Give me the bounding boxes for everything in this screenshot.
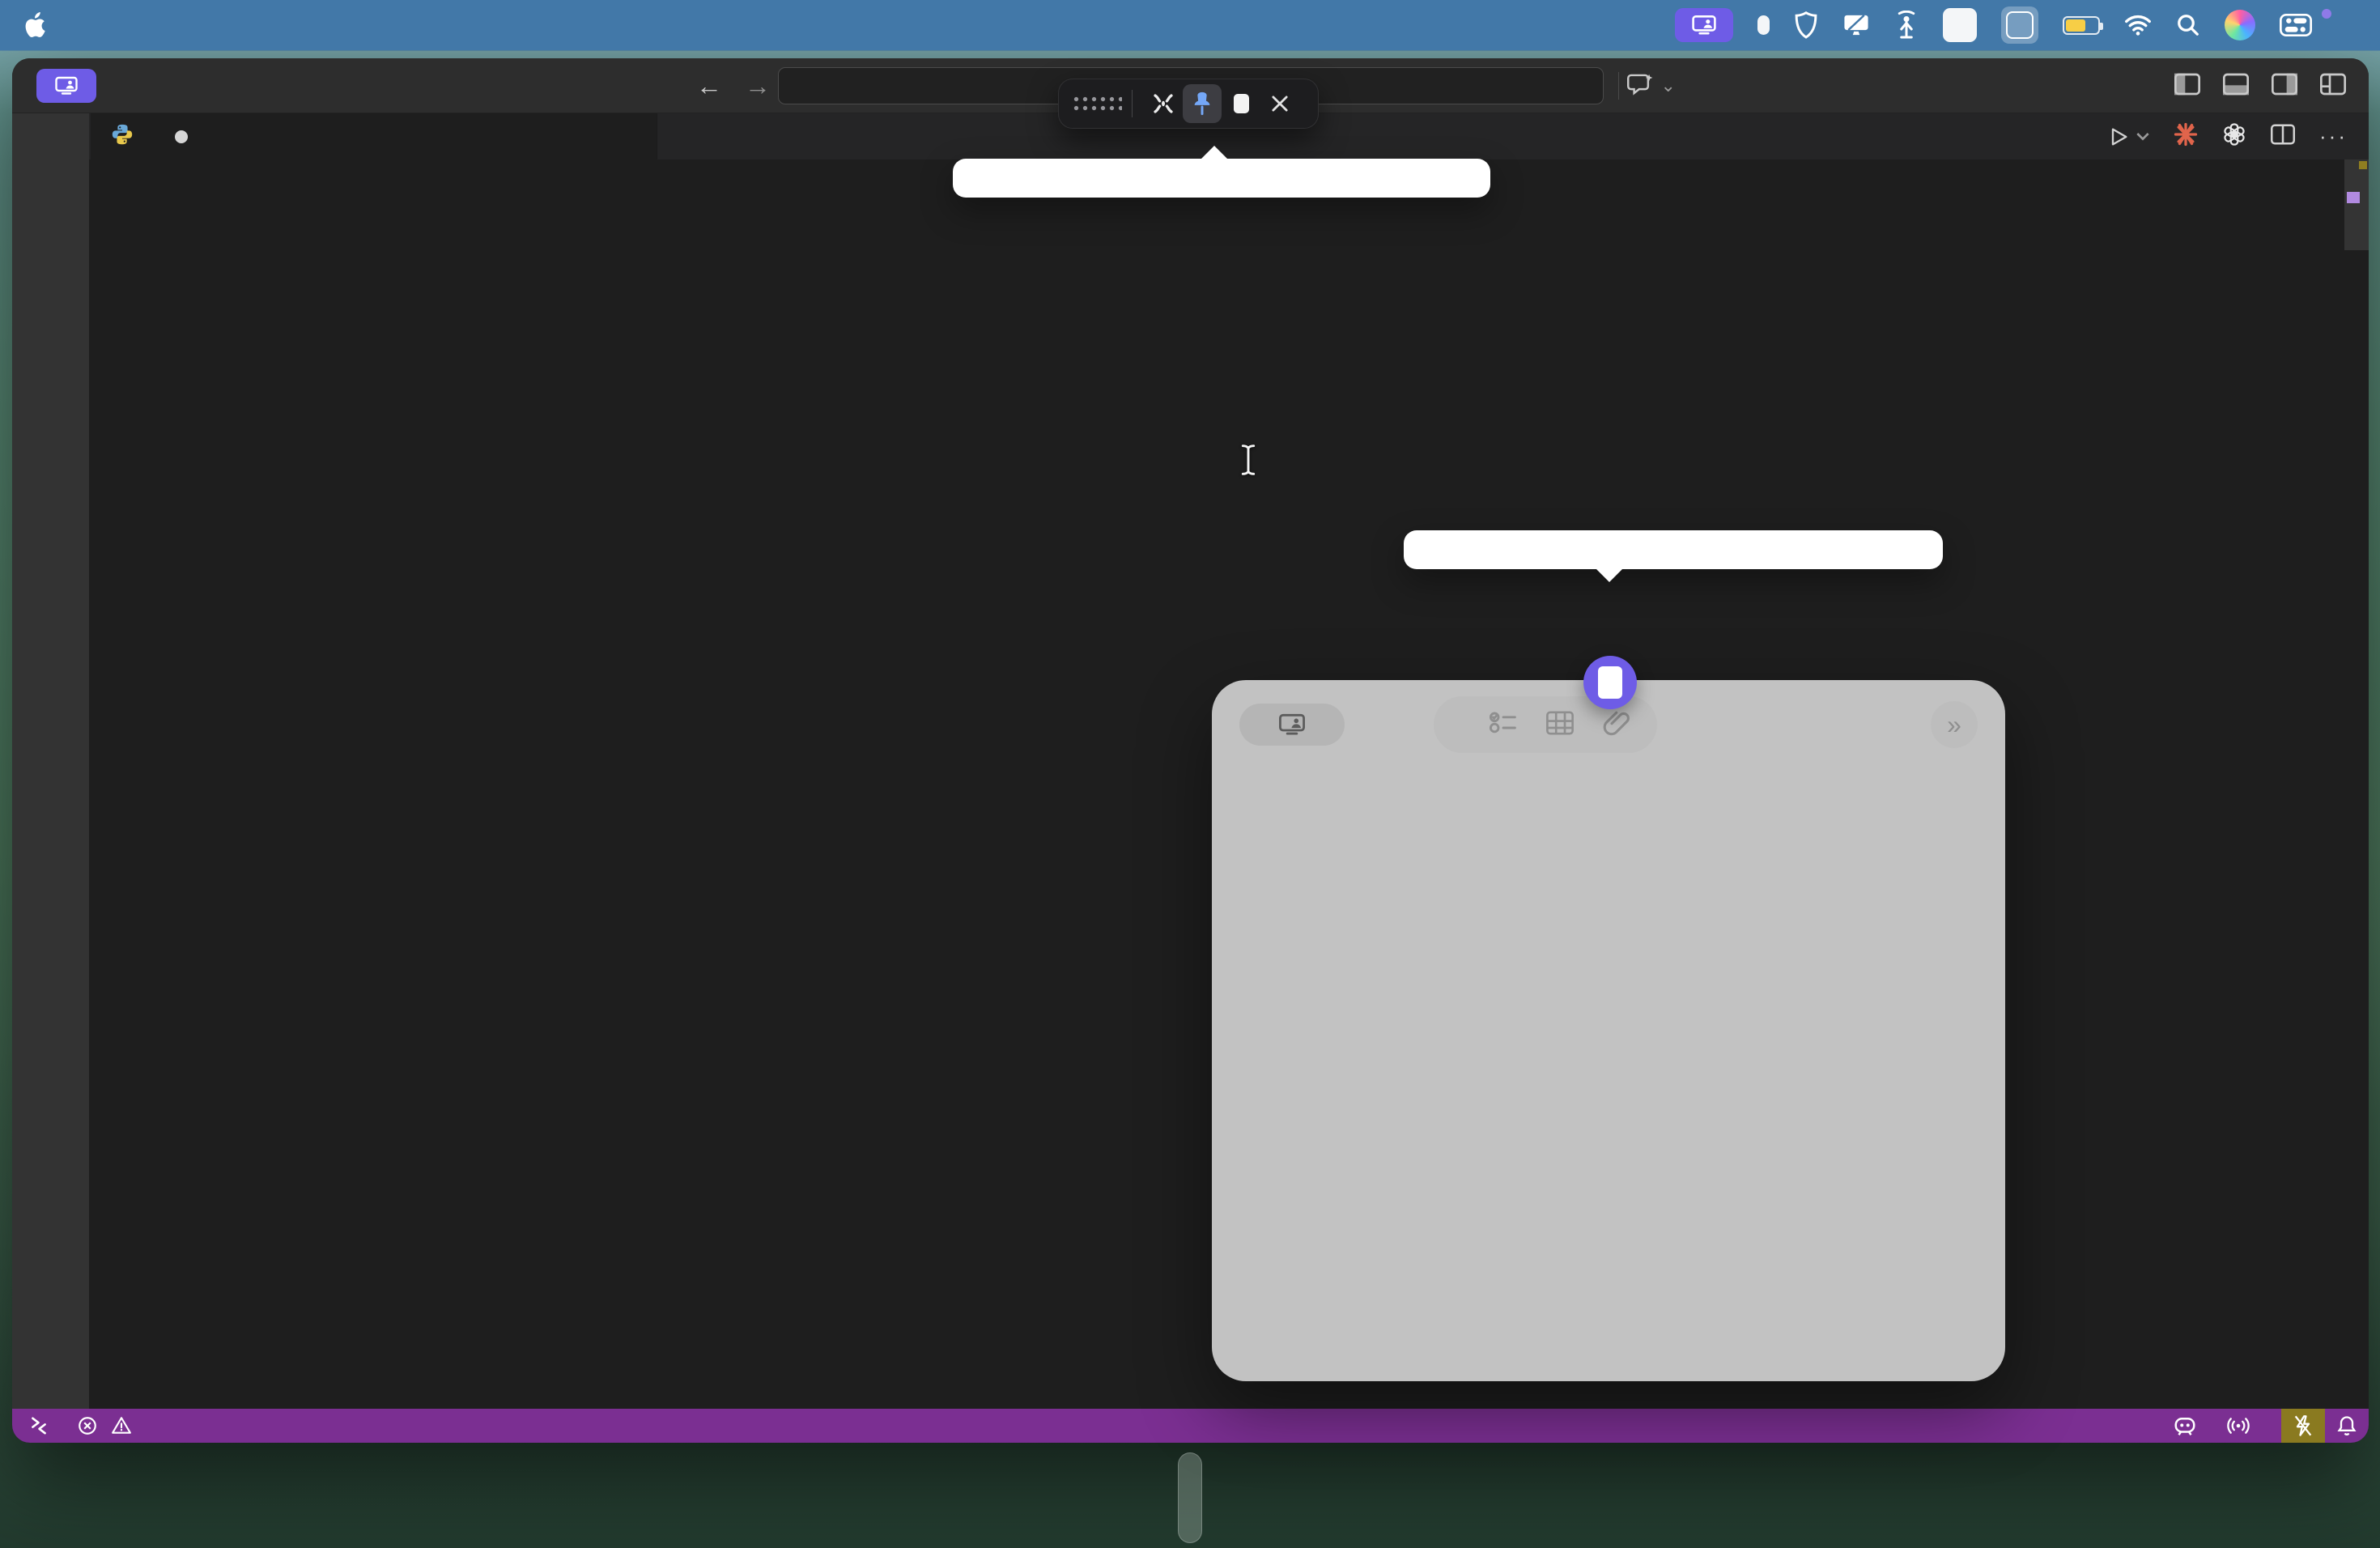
- no-flash-icon[interactable]: [2281, 1409, 2325, 1443]
- text-cursor-pointer: [1240, 444, 1256, 480]
- apple-logo-icon[interactable]: [24, 12, 45, 38]
- pin-window-button[interactable]: [1183, 84, 1222, 123]
- display-icon[interactable]: [1842, 12, 1870, 38]
- checklist-button[interactable]: [1489, 709, 1518, 741]
- notes-window[interactable]: »: [1212, 680, 2005, 1381]
- notification-dot: [2322, 9, 2331, 19]
- dock: [1178, 1452, 1202, 1543]
- pin-tooltip: [1404, 530, 1943, 569]
- scrollbar-thumb[interactable]: [2344, 159, 2369, 250]
- table-button[interactable]: [1545, 709, 1575, 741]
- collapse-chevrons-button[interactable]: »: [1931, 701, 1978, 748]
- siri-icon[interactable]: [2225, 10, 2255, 40]
- extension-starburst-icon[interactable]: [2174, 122, 2198, 151]
- menu-bar: [0, 0, 2380, 50]
- notifications-bell-icon[interactable]: [2325, 1409, 2369, 1443]
- python-file-icon: [110, 122, 134, 151]
- pinned-note-badge[interactable]: [1583, 656, 1637, 709]
- tab-untitled-1[interactable]: [91, 113, 657, 159]
- notes-app-icon: [1598, 666, 1622, 699]
- presentation-active-icon[interactable]: [1675, 8, 1733, 42]
- layout-sidebar-right-icon[interactable]: [2272, 73, 2297, 100]
- nav-forward-icon[interactable]: →: [745, 71, 771, 101]
- laser-pointer-button[interactable]: [1144, 84, 1183, 123]
- battery-icon[interactable]: [2063, 16, 2100, 35]
- recording-dot-icon[interactable]: [1757, 15, 1770, 35]
- titlebar-presentation-pill[interactable]: [36, 69, 96, 103]
- status-bar: [12, 1409, 2369, 1443]
- go-live-button[interactable]: [2226, 1415, 2257, 1436]
- remote-indicator[interactable]: [28, 1415, 49, 1436]
- nav-back-icon[interactable]: ←: [696, 71, 722, 101]
- screen-app-icon[interactable]: [2001, 6, 2038, 44]
- wifi-icon[interactable]: [2124, 15, 2152, 36]
- layout-panel-icon[interactable]: [2223, 73, 2249, 100]
- stop-rectangle-button[interactable]: [1222, 84, 1260, 123]
- run-button[interactable]: [2107, 125, 2149, 148]
- problems-indicator[interactable]: [77, 1415, 138, 1436]
- drag-handle[interactable]: [1072, 95, 1122, 113]
- activity-bar: [12, 113, 89, 1409]
- antenna-icon[interactable]: [1894, 11, 1919, 40]
- split-editor-icon[interactable]: [2271, 123, 2295, 150]
- language-mode[interactable]: [2125, 1414, 2144, 1438]
- chevron-down-icon[interactable]: ⌄: [1661, 75, 1676, 96]
- toolbar-tooltip: [953, 159, 1490, 198]
- openai-icon[interactable]: [2222, 122, 2246, 151]
- tab-modified-dot[interactable]: [175, 130, 188, 143]
- layout-sidebar-left-icon[interactable]: [2174, 73, 2200, 100]
- copilot-status-icon[interactable]: [2173, 1414, 2197, 1437]
- close-toolbar-button[interactable]: [1260, 84, 1299, 123]
- selection-marker: [2347, 192, 2360, 203]
- editor-scrollbar[interactable]: [2344, 159, 2369, 1409]
- menu-calendar-icon[interactable]: [1943, 8, 1977, 42]
- warning-marker: [2359, 161, 2367, 169]
- spotlight-icon[interactable]: [2176, 13, 2200, 37]
- more-actions-icon[interactable]: ···: [2319, 124, 2348, 149]
- vscode-window: ← → ⌄: [12, 58, 2369, 1443]
- notes-share-button[interactable]: [1239, 704, 1345, 746]
- shield-icon[interactable]: [1794, 11, 1818, 40]
- presenter-toolbar: [1058, 79, 1319, 129]
- layout-customize-icon[interactable]: [2320, 73, 2346, 100]
- attachment-button[interactable]: [1602, 709, 1630, 741]
- copilot-chat-icon[interactable]: [1627, 72, 1653, 100]
- control-center-icon[interactable]: [2280, 14, 2312, 36]
